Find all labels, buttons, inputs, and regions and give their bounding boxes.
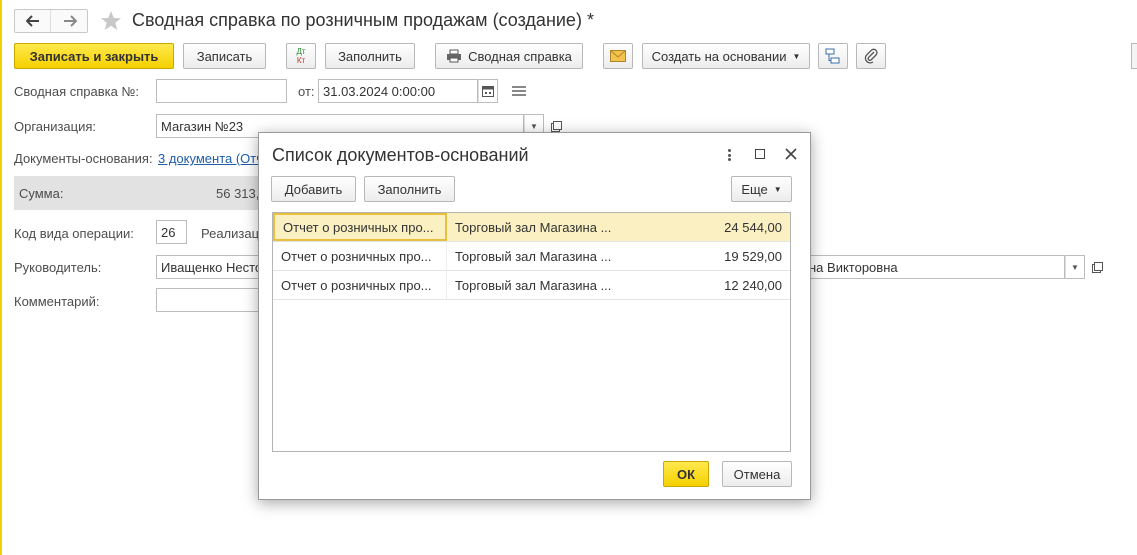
chevron-down-icon: ▼ xyxy=(530,121,538,131)
chevron-down-icon: ▼ xyxy=(1071,262,1079,272)
store-cell[interactable]: Торговый зал Магазина ... xyxy=(447,213,621,241)
close-icon[interactable] xyxy=(784,147,798,161)
comment-label: Комментарий: xyxy=(14,294,100,309)
dt-label: Дт xyxy=(296,47,306,56)
more-button[interactable]: Еще ▼ xyxy=(731,176,792,202)
comment-input[interactable] xyxy=(156,288,260,312)
sum-value: 56 313, xyxy=(216,186,260,201)
table-row[interactable]: Отчет о розничных про... Торговый зал Ма… xyxy=(273,213,790,242)
structure-button[interactable] xyxy=(818,43,848,69)
save-button[interactable]: Записать xyxy=(183,43,266,69)
more-vertical-icon[interactable] xyxy=(724,147,734,163)
maximize-icon[interactable] xyxy=(755,149,765,159)
attach-button[interactable] xyxy=(856,43,886,69)
number-label: Сводная справка №: xyxy=(14,84,140,99)
chevron-down-icon: ▼ xyxy=(792,51,801,61)
doc-cell[interactable]: Отчет о розничных про... xyxy=(273,271,447,299)
save-and-close-button[interactable]: Записать и закрыть xyxy=(14,43,174,69)
back-button[interactable] xyxy=(15,10,51,32)
window-title: Сводная справка по розничным продажам (с… xyxy=(132,10,594,30)
number-input[interactable] xyxy=(156,79,287,103)
note-icon[interactable] xyxy=(512,86,526,96)
date-input[interactable]: 31.03.2024 0:00:00 xyxy=(318,79,478,103)
nav-back-forward xyxy=(14,9,88,33)
calendar-button[interactable] xyxy=(478,79,498,103)
manager-open-button[interactable] xyxy=(1087,257,1107,277)
amount-cell[interactable]: 12 240,00 xyxy=(621,271,790,299)
date-label: от: xyxy=(298,84,315,99)
create-based-on-button[interactable]: Создать на основании ▼ xyxy=(642,43,810,69)
favorite-star-icon[interactable] xyxy=(100,10,122,32)
manager-dropdown-button[interactable]: ▼ xyxy=(1065,255,1085,279)
open-window-icon xyxy=(1091,261,1103,273)
operation-code-input[interactable]: 26 xyxy=(156,220,187,244)
paperclip-icon xyxy=(864,48,878,64)
store-cell[interactable]: Торговый зал Магазина ... xyxy=(447,242,621,270)
print-summary-button[interactable]: Сводная справка xyxy=(435,43,583,69)
basis-documents-link[interactable]: 3 документа (Отч xyxy=(158,151,263,166)
basis-documents-label: Документы-основания: xyxy=(14,151,153,166)
documents-table: Отчет о розничных про... Торговый зал Ма… xyxy=(272,212,791,452)
amount-cell[interactable]: 24 544,00 xyxy=(621,213,790,241)
cancel-button[interactable]: Отмена xyxy=(722,461,792,487)
organization-label: Организация: xyxy=(14,119,97,134)
arrow-left-icon xyxy=(25,15,39,27)
dt-kt-button[interactable]: Дт Кт xyxy=(286,43,316,69)
table-row[interactable]: Отчет о розничных про... Торговый зал Ма… xyxy=(273,242,790,271)
doc-cell[interactable]: Отчет о розничных про... xyxy=(273,242,447,270)
store-cell[interactable]: Торговый зал Магазина ... xyxy=(447,271,621,299)
open-window-icon xyxy=(550,120,562,132)
printer-icon xyxy=(447,49,462,63)
dialog-title: Список документов-оснований xyxy=(272,145,529,165)
basis-documents-dialog: Список документов-оснований Добавить Зап… xyxy=(258,132,811,500)
dialog-fill-button[interactable]: Заполнить xyxy=(364,176,455,202)
amount-cell[interactable]: 19 529,00 xyxy=(621,242,790,270)
manager-label: Руководитель: xyxy=(14,260,102,275)
print-summary-label: Сводная справка xyxy=(468,48,572,64)
envelope-icon xyxy=(610,50,626,62)
chevron-down-icon: ▼ xyxy=(773,184,782,194)
window-edge xyxy=(0,0,2,555)
right-edge-button[interactable] xyxy=(1131,43,1137,69)
create-based-on-label: Создать на основании xyxy=(651,48,787,64)
forward-button[interactable] xyxy=(52,10,88,32)
more-label: Еще xyxy=(741,181,768,197)
doc-cell[interactable]: Отчет о розничных про... xyxy=(273,213,447,241)
kt-label: Кт xyxy=(296,56,306,65)
table-row[interactable]: Отчет о розничных про... Торговый зал Ма… xyxy=(273,271,790,300)
add-button[interactable]: Добавить xyxy=(271,176,356,202)
manager-input[interactable]: Иващенко Несто xyxy=(156,255,260,279)
manager-input-right[interactable]: на Викторовна xyxy=(805,255,1065,279)
sum-label: Сумма: xyxy=(19,186,64,201)
calendar-icon xyxy=(482,86,494,97)
arrow-right-icon xyxy=(64,15,77,27)
hierarchy-icon xyxy=(825,48,840,64)
fill-button[interactable]: Заполнить xyxy=(325,43,415,69)
email-button[interactable] xyxy=(603,43,633,69)
operation-code-label: Код вида операции: xyxy=(14,226,134,241)
operation-code-description: Реализац xyxy=(201,226,260,241)
ok-button[interactable]: ОК xyxy=(663,461,709,487)
